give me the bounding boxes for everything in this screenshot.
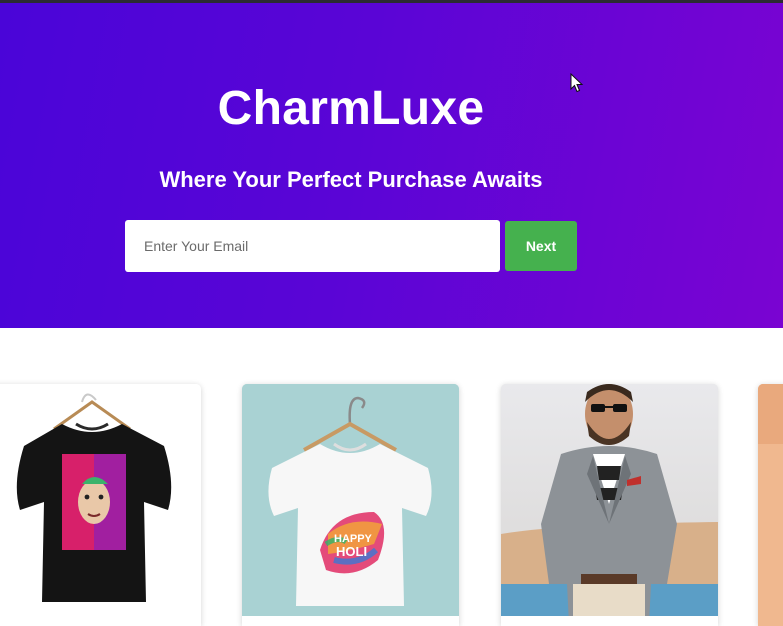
- man-in-blazer-image: [501, 384, 718, 626]
- email-input[interactable]: [125, 220, 500, 272]
- product-card[interactable]: [501, 384, 718, 626]
- mouse-cursor-icon: [570, 73, 584, 93]
- white-tshirt-happy-holi-image: HAPPY HOLI: [242, 384, 459, 626]
- svg-text:HOLI: HOLI: [336, 544, 367, 559]
- product-card[interactable]: [0, 384, 201, 626]
- hero-banner: CharmLuxe Where Your Perfect Purchase Aw…: [0, 3, 783, 328]
- hero-tagline: Where Your Perfect Purchase Awaits: [159, 167, 543, 192]
- next-button[interactable]: Next: [505, 221, 577, 271]
- partial-product-image: [758, 384, 783, 626]
- product-card[interactable]: HAPPY HOLI: [242, 384, 459, 626]
- product-card[interactable]: [758, 384, 783, 626]
- black-tshirt-image: [0, 384, 201, 626]
- brand-title: CharmLuxe: [217, 82, 485, 135]
